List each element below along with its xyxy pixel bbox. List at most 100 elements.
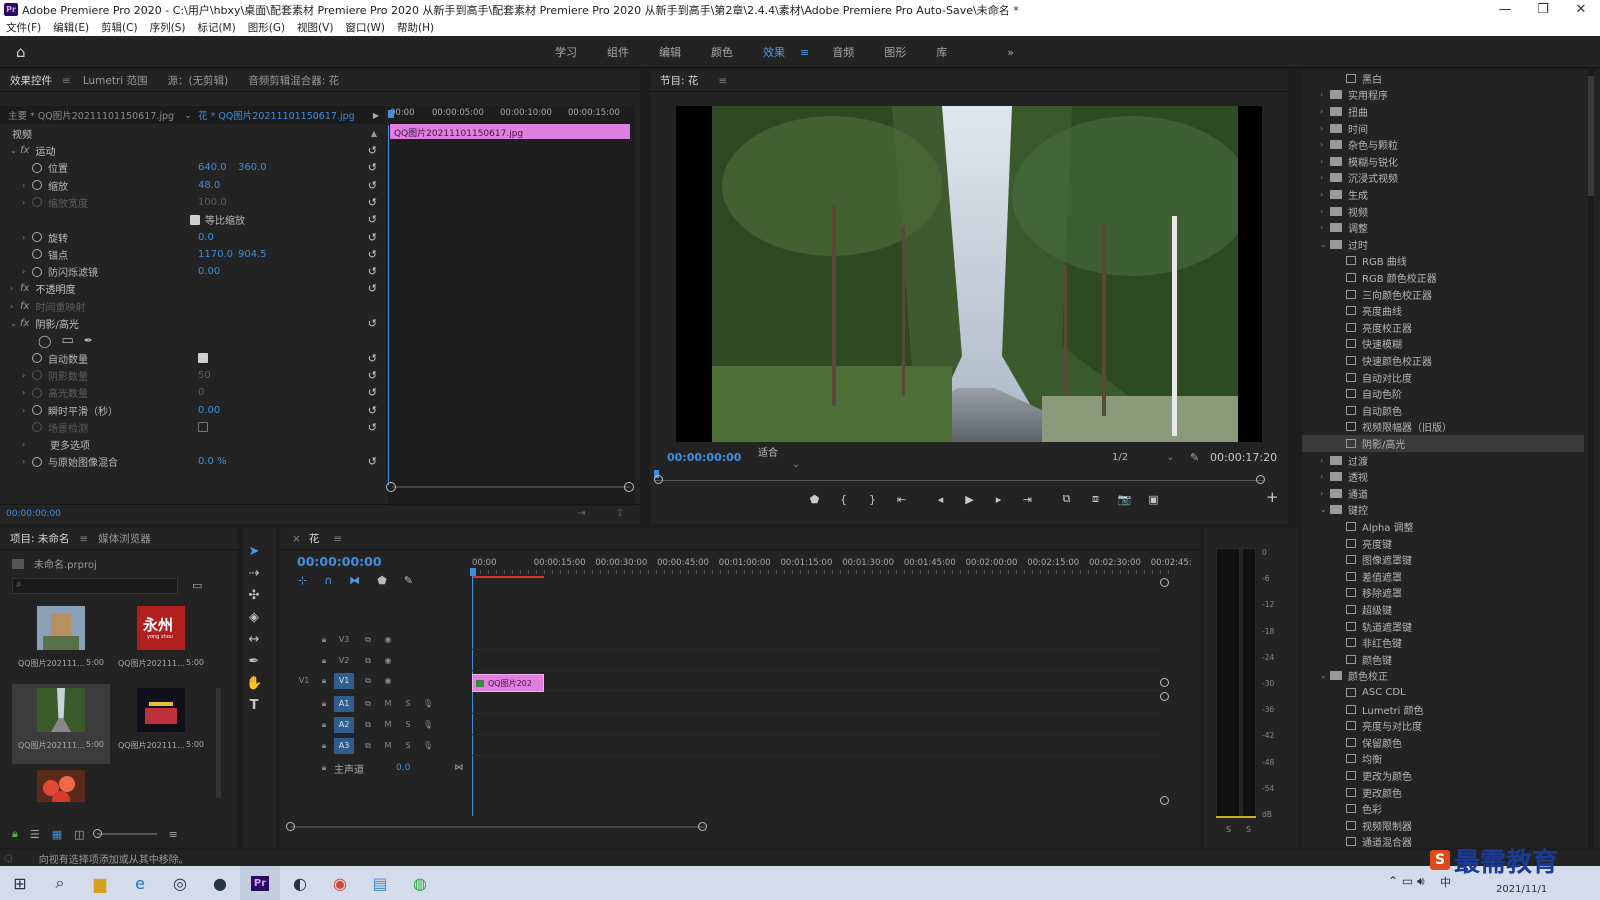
sync-lock-icon[interactable]: ⧉ bbox=[358, 632, 378, 648]
effects-tree-item[interactable]: › 过渡 bbox=[1302, 452, 1584, 469]
mute-button[interactable]: M bbox=[378, 696, 398, 712]
effects-tree-item[interactable]: 黑白 bbox=[1302, 70, 1584, 87]
mute-button[interactable]: M bbox=[378, 738, 398, 754]
effects-tree-item[interactable]: 自动色阶 bbox=[1302, 385, 1584, 402]
effects-tree-item[interactable]: 保留颜色 bbox=[1302, 734, 1584, 751]
property-value[interactable]: 1170.0 bbox=[198, 249, 238, 260]
stopwatch-icon[interactable] bbox=[32, 232, 42, 242]
effect-property-row[interactable]: ◯ ▭ ✒ bbox=[0, 332, 385, 349]
expand-arrow-icon[interactable]: › bbox=[22, 371, 32, 380]
slip-icon[interactable]: ↔ bbox=[246, 632, 262, 648]
expand-arrow-icon[interactable]: › bbox=[1320, 489, 1330, 498]
effect-property-row[interactable]: › 瞬时平滑（秒） 0.00 ↺ bbox=[0, 402, 385, 419]
menu-window[interactable]: 窗口(W) bbox=[339, 20, 391, 35]
ripple-edit-icon[interactable]: ✣ bbox=[246, 588, 262, 604]
fx-badge[interactable]: fx bbox=[20, 283, 29, 294]
icon-view-icon[interactable]: ▦ bbox=[52, 828, 62, 841]
program-timecode[interactable]: 00:00:00:00 bbox=[667, 451, 741, 464]
workspace-tab[interactable]: 库 bbox=[921, 44, 962, 60]
workspace-tab[interactable]: 颜色 bbox=[696, 44, 748, 60]
timeline-hscroll[interactable] bbox=[290, 826, 705, 828]
effect-timecode[interactable]: 00:00:00:00 bbox=[0, 509, 61, 519]
workspace-tab[interactable]: 组件 bbox=[592, 44, 644, 60]
expand-arrow-icon[interactable]: › bbox=[22, 233, 32, 242]
effects-tree-item[interactable]: › 调整 bbox=[1302, 219, 1584, 236]
effects-tree-item[interactable]: ASC CDL bbox=[1302, 684, 1584, 701]
project-thumbnail[interactable]: 永州 yong zhou bbox=[137, 606, 185, 650]
source-patch[interactable] bbox=[294, 653, 314, 669]
effects-tree-item[interactable]: › 时间 bbox=[1302, 120, 1584, 137]
eye-icon[interactable]: ◉ bbox=[378, 653, 398, 669]
solo-right-button[interactable]: S bbox=[1246, 825, 1251, 834]
expand-arrow-icon[interactable]: › bbox=[1320, 173, 1330, 182]
voiceover-mic-icon[interactable]: 🎙︎ bbox=[418, 738, 438, 754]
property-value[interactable]: 0.00 bbox=[198, 266, 238, 277]
reset-icon[interactable]: ↺ bbox=[368, 317, 377, 330]
source-patch[interactable] bbox=[294, 696, 314, 712]
tab-media-browser[interactable]: 媒体浏览器 bbox=[88, 531, 161, 546]
property-value[interactable]: 50 bbox=[198, 370, 238, 381]
track-header[interactable]: 🔒︎ V3 ⧉ ◉ bbox=[280, 630, 1200, 650]
effects-tree-item[interactable]: › 实用程序 bbox=[1302, 87, 1584, 104]
mark-out-icon[interactable]: } bbox=[858, 493, 887, 506]
reset-icon[interactable]: ↺ bbox=[368, 248, 377, 261]
effects-tree-item[interactable]: RGB 曲线 bbox=[1302, 253, 1584, 270]
expand-arrow-icon[interactable]: ⌄ bbox=[1320, 505, 1330, 514]
expand-arrow-icon[interactable]: › bbox=[1320, 90, 1330, 99]
effects-tree-item[interactable]: 亮度校正器 bbox=[1302, 319, 1584, 336]
hscroll-handle-left[interactable] bbox=[286, 822, 295, 831]
vscroll-handle[interactable] bbox=[1160, 578, 1169, 587]
track-header[interactable]: 🔒︎ A3 ⧉ M S 🎙︎ bbox=[280, 736, 1200, 756]
add-button[interactable]: + bbox=[1266, 488, 1279, 506]
expand-arrow-icon[interactable]: › bbox=[22, 181, 32, 190]
effects-tree-item[interactable]: 亮度键 bbox=[1302, 535, 1584, 552]
project-item[interactable] bbox=[12, 766, 110, 802]
sync-lock-icon[interactable]: ⧉ bbox=[358, 696, 378, 712]
effect-property-row[interactable]: › 阴影数量 50 ↺ bbox=[0, 367, 385, 384]
stopwatch-icon[interactable] bbox=[32, 266, 42, 277]
ellipse-mask-icon[interactable]: ◯ bbox=[38, 334, 51, 348]
track-name[interactable]: A3 bbox=[334, 738, 354, 754]
go-to-in-icon[interactable]: ⇤ bbox=[887, 493, 916, 506]
effect-property-row[interactable]: › 防闪烁滤镜 0.00 ↺ bbox=[0, 263, 385, 280]
collapse-icon[interactable]: ▲ bbox=[371, 129, 377, 138]
tab-source[interactable]: 源：(无剪辑) bbox=[158, 73, 239, 88]
property-value[interactable]: 48.0 bbox=[198, 180, 238, 191]
project-thumbnail[interactable] bbox=[137, 688, 185, 732]
more-options-label[interactable]: 更多选项 bbox=[50, 437, 90, 452]
track-lock-icon[interactable]: 🔒︎ bbox=[314, 760, 334, 776]
effects-tree-item[interactable]: 移除遮罩 bbox=[1302, 585, 1584, 602]
source-patch[interactable] bbox=[294, 632, 314, 648]
nest-icon[interactable]: ⊹ bbox=[298, 574, 307, 587]
source-patch[interactable]: V1 bbox=[294, 673, 314, 689]
scrub-handle-right[interactable] bbox=[1256, 475, 1265, 484]
rectangle-mask-icon[interactable]: ▭ bbox=[61, 333, 73, 348]
voiceover-mic-icon[interactable]: 🎙︎ bbox=[418, 717, 438, 733]
reset-icon[interactable]: ↺ bbox=[368, 179, 377, 192]
sequence-clip-label[interactable]: 花 * QQ图片20211101150617.jpg bbox=[198, 108, 355, 122]
stopwatch-icon[interactable] bbox=[32, 353, 42, 364]
sync-lock-icon[interactable]: ⧉ bbox=[358, 717, 378, 733]
expand-arrow-icon[interactable]: › bbox=[1320, 124, 1330, 133]
stopwatch-icon[interactable] bbox=[32, 162, 42, 173]
workspace-tab[interactable]: 学习 bbox=[540, 44, 592, 60]
effect-property-row[interactable]: ⌄ fx 运动 ↺ bbox=[0, 142, 385, 159]
expand-arrow-icon[interactable]: › bbox=[22, 198, 32, 207]
master-track[interactable]: 🔒︎ 主声道 0.0 ⋈ bbox=[280, 758, 1200, 778]
checkbox[interactable] bbox=[190, 214, 200, 225]
vscroll-handle[interactable] bbox=[1160, 692, 1169, 701]
snap-icon[interactable]: ∩ bbox=[324, 574, 332, 587]
fit-dropdown[interactable]: 适合 ⌄ bbox=[758, 444, 820, 470]
master-volume-value[interactable]: 0.0 bbox=[396, 763, 410, 773]
effects-tree-item[interactable]: Lumetri 颜色 bbox=[1302, 701, 1584, 718]
effects-tree-item[interactable]: › 生成 bbox=[1302, 186, 1584, 203]
source-patch[interactable] bbox=[294, 738, 314, 754]
qq-icon[interactable]: ● bbox=[200, 866, 240, 900]
effects-tree-item[interactable]: 更改颜色 bbox=[1302, 784, 1584, 801]
property-value[interactable]: 904.5 bbox=[238, 249, 267, 260]
overflow-button[interactable]: » bbox=[992, 46, 1029, 59]
sync-lock-icon[interactable]: ⧉ bbox=[358, 673, 378, 689]
maximize-button[interactable]: ❐ bbox=[1524, 2, 1562, 17]
property-value[interactable]: 0.0 bbox=[198, 232, 238, 243]
hand-icon[interactable]: ✋ bbox=[246, 676, 262, 692]
